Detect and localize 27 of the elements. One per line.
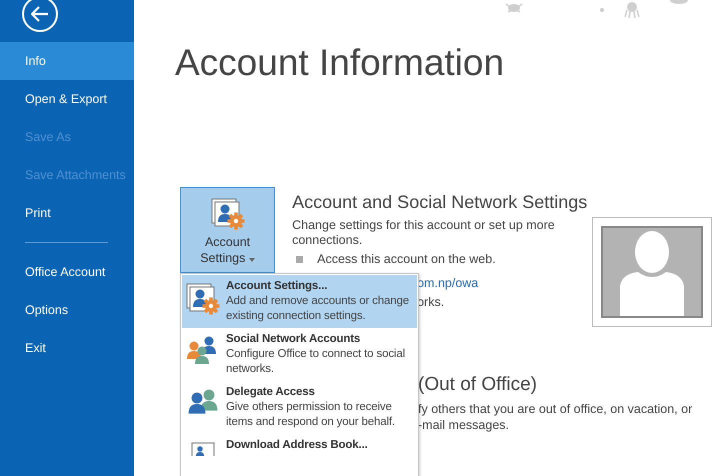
web-link[interactable]: om.np/owa [417, 276, 478, 290]
account-settings-icon [186, 283, 220, 315]
nav-item[interactable]: Office Account [0, 253, 134, 291]
menu-item[interactable]: Social Network Accounts Configure Office to connect to social networks. [182, 328, 417, 381]
people-group-icon [187, 336, 219, 366]
account-settings-button[interactable]: Account Settings [180, 187, 276, 273]
nav-item[interactable]: Exit [0, 329, 134, 367]
nav-item[interactable]: Open & Export [0, 80, 134, 118]
back-arrow-icon [31, 6, 49, 22]
menu-item[interactable]: Download Address Book... [182, 434, 417, 460]
nav-item[interactable]: Info [0, 42, 134, 80]
bullet-icon [296, 256, 304, 262]
account-settings-icon [210, 198, 245, 230]
nav-item[interactable]: Options [0, 291, 134, 329]
section-heading: (Out of Office) [418, 373, 538, 397]
section-description: -mail messages. [418, 417, 510, 433]
page-title: Account Information [175, 41, 506, 85]
section-heading: Account and Social Network Settings [292, 191, 588, 214]
section-description: fy others that you are out of office, on vacation, or [418, 401, 694, 417]
menu-item[interactable]: Delegate Access Give others permission to receive items and respond on your behalf. [182, 381, 417, 434]
bullet-text: Access this account on the web. [317, 252, 496, 266]
nav-item[interactable]: Print [0, 194, 134, 232]
back-button[interactable] [22, 0, 58, 32]
section-description: Change settings for this account or set up more connections. [292, 218, 556, 248]
menu-item[interactable]: Account Settings... Add and remove accounts or change existing connection settings. [182, 275, 417, 328]
caret-icon [248, 258, 255, 262]
two-people-icon [186, 389, 220, 415]
